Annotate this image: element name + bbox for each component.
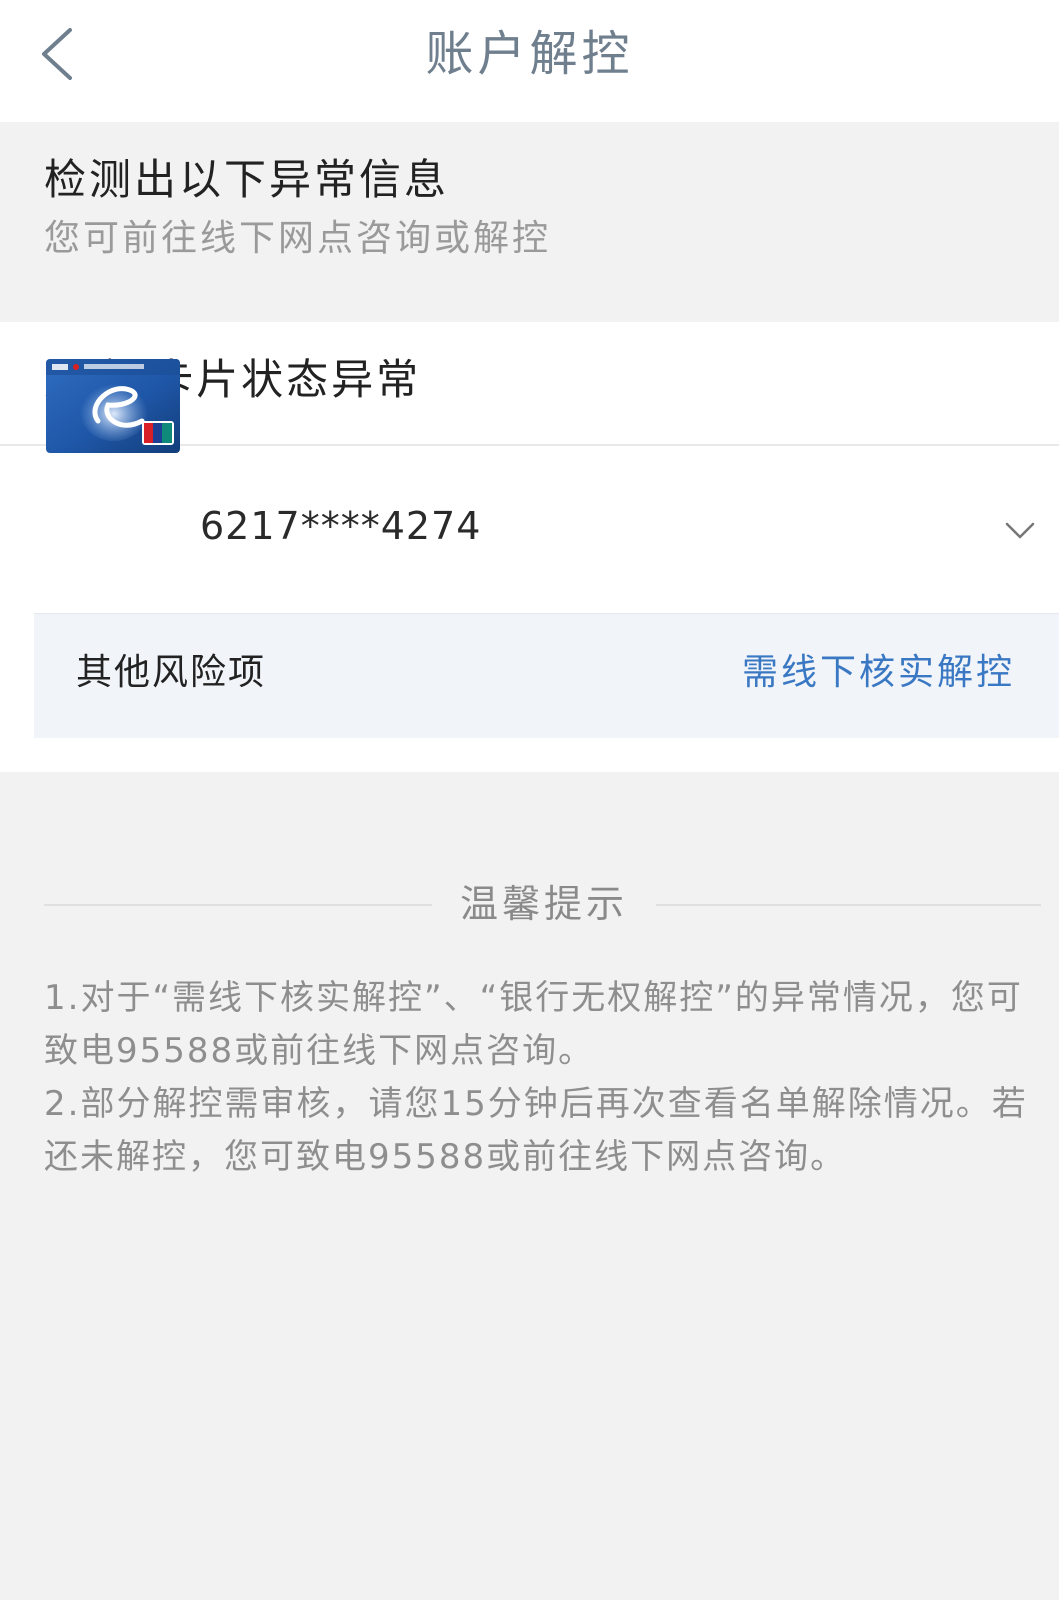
- divider-line-left: [44, 904, 432, 906]
- tips-header: 温馨提示: [44, 876, 1041, 932]
- notice-title: 检测出以下异常信息: [44, 155, 450, 204]
- tips-list: 1.对于“需线下核实解控”、“银行无权解控”的异常情况，您可致电95588或前往…: [44, 972, 1034, 1184]
- bank-card-image: [46, 359, 180, 453]
- divider-line-right: [656, 904, 1041, 906]
- tip-item: 1.对于“需线下核实解控”、“银行无权解控”的异常情况，您可致电95588或前往…: [44, 978, 1023, 1071]
- notice-subtitle: 您可前往线下网点咨询或解控: [44, 218, 552, 259]
- risk-label: 其他风险项: [76, 652, 267, 693]
- risk-item-row: 其他风险项 需线下核实解控: [34, 613, 1059, 738]
- page-title: 账户解控: [425, 26, 634, 82]
- offline-verify-link[interactable]: 需线下核实解控: [742, 648, 1015, 698]
- anomaly-notice: 检测出以下异常信息 您可前往线下网点咨询或解控: [0, 122, 1059, 298]
- tip-item: 2.部分解控需审核，请您15分钟后再次查看名单解除情况。若还未解控，您可致电95…: [44, 1084, 1028, 1177]
- card-number: 6217****4274: [200, 504, 482, 548]
- chevron-down-icon[interactable]: [1004, 519, 1036, 543]
- header: 账户解控: [0, 0, 1059, 122]
- tips-title: 温馨提示: [459, 882, 628, 926]
